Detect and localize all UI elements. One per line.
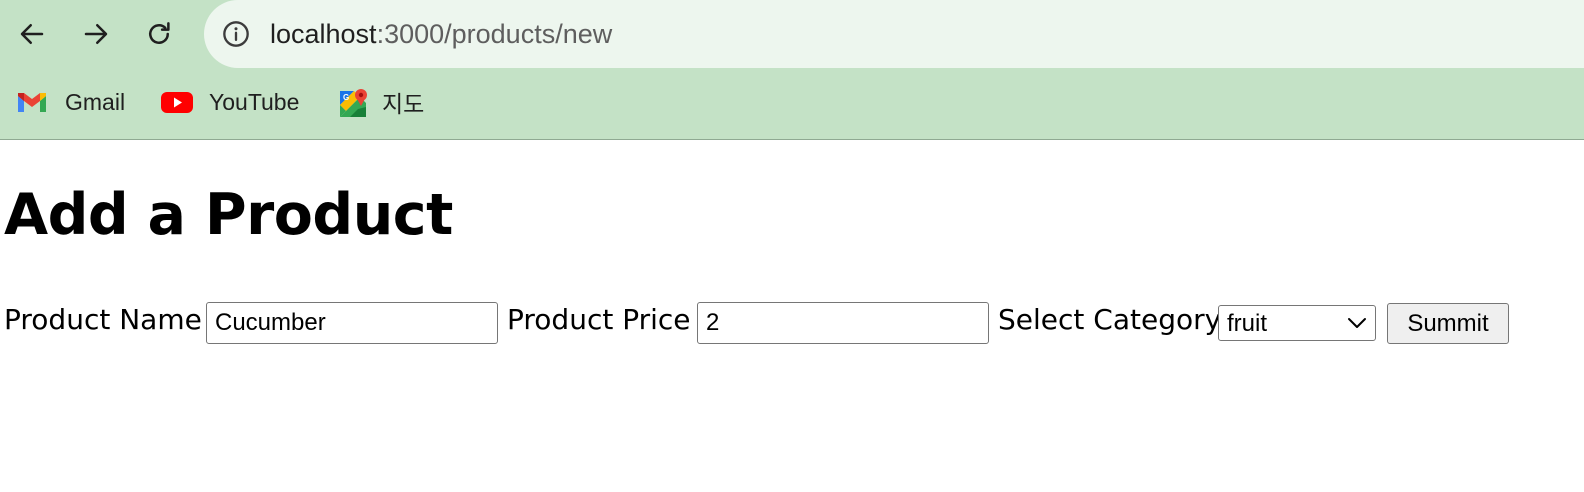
back-button[interactable] [12, 14, 52, 54]
product-name-input[interactable] [206, 302, 498, 344]
reload-button[interactable] [139, 14, 179, 54]
address-bar[interactable]: localhost:3000/products/new [204, 0, 1584, 68]
page-content: Add a Product Product Name Product Price… [0, 140, 1584, 492]
bookmark-gmail[interactable]: Gmail [16, 78, 125, 126]
page-title: Add a Product [4, 182, 453, 248]
category-select-value: fruit [1227, 310, 1268, 337]
product-price-label: Product Price [507, 303, 691, 336]
product-name-label: Product Name [4, 303, 202, 336]
product-price-input[interactable] [697, 302, 989, 344]
browser-toolbar: localhost:3000/products/new [0, 0, 1584, 68]
svg-text:G: G [343, 93, 349, 102]
arrow-right-icon [84, 24, 108, 44]
youtube-icon [161, 92, 193, 113]
bookmark-label: YouTube [209, 88, 300, 115]
arrow-left-icon [20, 24, 44, 44]
browser-chrome: localhost:3000/products/new Gmail YouTub… [0, 0, 1584, 140]
google-maps-icon: G [340, 89, 367, 117]
bookmark-maps[interactable]: G 지도 [338, 78, 424, 126]
bookmark-label: Gmail [65, 88, 126, 115]
submit-button[interactable]: Summit [1387, 303, 1509, 344]
gmail-icon [18, 93, 46, 112]
url-text[interactable]: localhost:3000/products/new [270, 16, 612, 52]
info-icon[interactable] [222, 20, 250, 48]
url-host: localhost [270, 19, 377, 49]
forward-button[interactable] [76, 14, 116, 54]
category-select[interactable]: fruit [1218, 305, 1376, 341]
bookmark-youtube[interactable]: YouTube [161, 78, 299, 126]
add-product-form: Product Name Product Price Select Catego… [0, 300, 1584, 350]
chevron-down-icon [1348, 318, 1366, 328]
url-path: :3000/products/new [376, 19, 613, 49]
bookmarks-bar: Gmail YouTube G 지도 [0, 78, 1584, 126]
select-category-label: Select Category [998, 303, 1222, 336]
bookmark-label: 지도 [382, 91, 425, 117]
reload-icon [149, 22, 170, 44]
